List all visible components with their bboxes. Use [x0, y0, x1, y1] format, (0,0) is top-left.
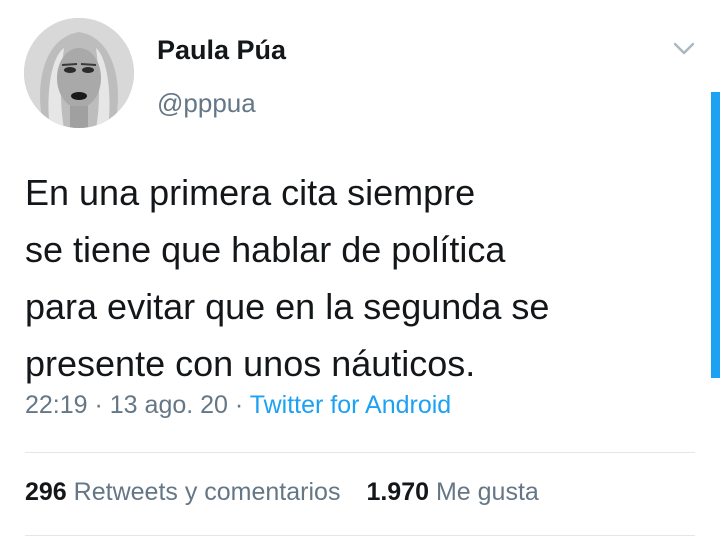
- tweet-text: En una primera cita siempre se tiene que…: [25, 164, 685, 392]
- meta-separator: ·: [87, 391, 110, 419]
- tweet-time: 22:19: [25, 391, 88, 419]
- avatar[interactable]: [24, 18, 134, 128]
- tweet-text-line: para evitar que en la segunda se: [25, 286, 550, 327]
- divider: [25, 535, 695, 536]
- tweet-text-line: presente con unos náuticos.: [25, 343, 476, 384]
- tweet-metadata: 22:19 · 13 ago. 20 · Twitter for Android: [25, 391, 451, 420]
- divider: [25, 452, 695, 453]
- retweets-stat[interactable]: 296 Retweets y comentarios: [25, 478, 340, 506]
- meta-separator: ·: [227, 391, 250, 419]
- tweet-text-line: En una primera cita siempre: [25, 172, 476, 213]
- tweet-card: Paula Púa @pppua En una primera cita sie…: [0, 0, 720, 551]
- retweets-label: Retweets y comentarios: [73, 478, 341, 506]
- tweet-text-line: se tiene que hablar de política: [25, 229, 506, 270]
- likes-label: Me gusta: [435, 478, 539, 506]
- likes-count: 1.970: [366, 478, 430, 506]
- tweet-source-link[interactable]: Twitter for Android: [250, 391, 451, 419]
- chevron-down-icon[interactable]: [670, 38, 698, 58]
- avatar-photo: [24, 18, 134, 128]
- retweets-count: 296: [25, 478, 67, 506]
- tweet-date: 13 ago. 20: [109, 391, 228, 419]
- user-handle[interactable]: @pppua: [157, 88, 256, 119]
- tweet-stats: 296 Retweets y comentarios 1.970 Me gusta: [25, 478, 539, 507]
- likes-stat[interactable]: 1.970 Me gusta: [366, 478, 538, 506]
- display-name[interactable]: Paula Púa: [157, 35, 286, 66]
- scroll-indicator[interactable]: [711, 92, 720, 378]
